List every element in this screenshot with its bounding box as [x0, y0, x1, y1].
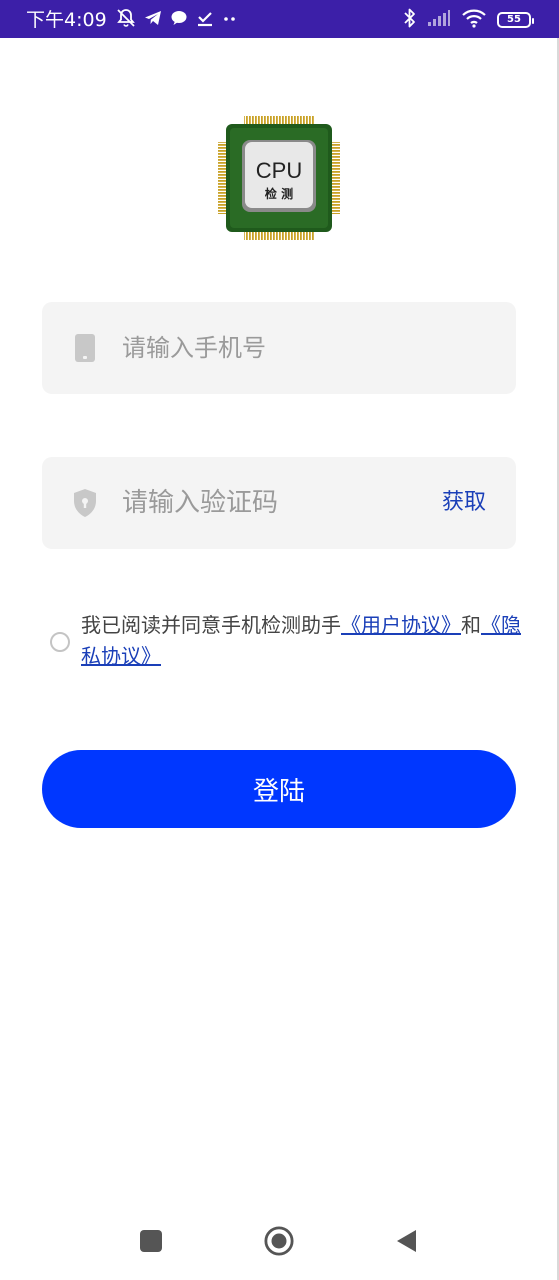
- chat-bubble-icon: [169, 8, 189, 32]
- phone-input[interactable]: [122, 302, 422, 394]
- agreement-text: 我已阅读并同意手机检测助手: [81, 613, 341, 637]
- agreement-text-block: 我已阅读并同意手机检测助手《用户协议》和《隐私协议》: [81, 610, 531, 672]
- phone-icon: [72, 333, 98, 363]
- bluetooth-icon: [403, 7, 417, 33]
- wifi-icon: [461, 8, 487, 32]
- circle-home-icon[interactable]: [264, 1226, 294, 1256]
- battery-level: 55: [507, 14, 521, 25]
- triangle-back-icon[interactable]: [391, 1226, 421, 1256]
- app-logo-cpu-chip: CPU 检 测: [216, 114, 342, 242]
- more-dots-icon: [221, 8, 239, 32]
- download-check-icon: [195, 8, 215, 32]
- status-left: 下午4:09: [26, 8, 239, 32]
- logo-title: CPU: [256, 158, 302, 183]
- system-nav-bar: [0, 1200, 559, 1280]
- phone-field: [42, 302, 516, 394]
- status-bar: 下午4:09 55: [0, 0, 559, 38]
- telegram-icon: [143, 8, 163, 32]
- battery-icon: 55: [497, 12, 534, 28]
- agreement-and-text: 和: [461, 613, 481, 637]
- user-agreement-link[interactable]: 《用户协议》: [341, 613, 461, 637]
- signal-icon: [427, 9, 451, 31]
- logo-subtitle: 检 测: [265, 186, 293, 201]
- agreement-checkbox[interactable]: [50, 632, 70, 652]
- bell-muted-icon: [115, 7, 137, 33]
- verification-code-field: 获取: [42, 457, 516, 549]
- verification-code-input[interactable]: [122, 457, 412, 549]
- status-right: 55: [403, 7, 534, 33]
- login-button[interactable]: 登陆: [42, 750, 516, 828]
- get-code-button[interactable]: 获取: [442, 457, 486, 549]
- square-recent-apps-icon[interactable]: [136, 1226, 166, 1256]
- status-time: 下午4:09: [26, 9, 107, 31]
- shield-icon: [72, 488, 98, 518]
